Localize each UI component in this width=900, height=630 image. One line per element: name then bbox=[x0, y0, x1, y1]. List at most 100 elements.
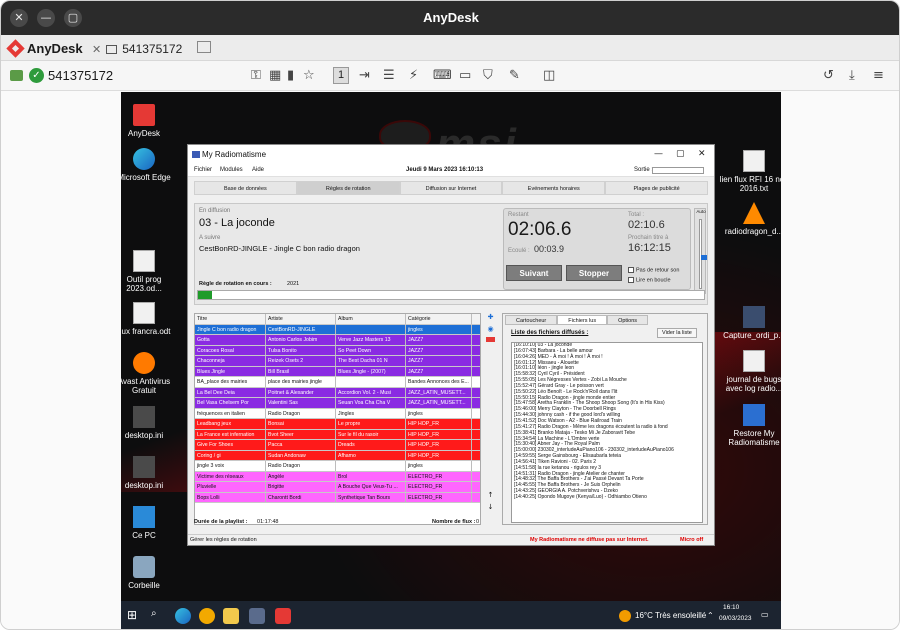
tab-base-de-donnees[interactable]: Base de données bbox=[194, 181, 297, 195]
table-row[interactable]: Gotta Antonio Carlos Jobim Verve Jazz Mast… bbox=[195, 335, 480, 346]
next-button[interactable]: Suivant bbox=[506, 265, 562, 281]
tab-cartoucheur[interactable]: Cartoucheur bbox=[505, 315, 558, 325]
desktop-icon-flux-francra[interactable]: flux francra.odt bbox=[121, 302, 179, 336]
clock-time[interactable]: 16:10 bbox=[723, 604, 739, 611]
tab-regles-de-rotation[interactable]: Règles de rotation bbox=[296, 181, 400, 195]
pen-icon[interactable]: ✎ bbox=[509, 68, 520, 83]
move-up-icon[interactable]: ↑ bbox=[486, 491, 495, 500]
actions-icon[interactable]: ⚡ bbox=[409, 68, 418, 83]
remote-id-field[interactable]: 541375172 bbox=[48, 68, 113, 83]
auto-volume-slider[interactable]: Auto bbox=[694, 208, 707, 294]
table-row[interactable]: Bops Lolli Charontt Bordi Synthetique Tan … bbox=[195, 492, 480, 503]
display-icon[interactable]: ▭ bbox=[459, 68, 471, 83]
refresh-icon[interactable]: ◉ bbox=[486, 325, 495, 334]
download-icon[interactable]: ⤓ bbox=[849, 68, 855, 83]
desktop-icon-restore[interactable]: Restore My Radiomatisme bbox=[719, 404, 781, 447]
table-row[interactable]: Chaconneja Reizek Osets 2 The Best Dacha 0… bbox=[195, 356, 480, 367]
table-row[interactable]: jingle 3 voix Radio Dragon jingles bbox=[195, 461, 480, 472]
table-row[interactable]: Victime des réseaux Angèle Brol ELECTRO_FR bbox=[195, 471, 480, 482]
table-row[interactable]: Coring / gi Sudan Andonaw Afhamo HIP HOP_FR bbox=[195, 450, 480, 461]
loop-checkbox[interactable]: Lire en boucle bbox=[628, 277, 671, 283]
chat-icon[interactable]: ☰ bbox=[383, 68, 395, 83]
table-row[interactable]: La Bel Dee Deia Poitnet & Alexander Accord… bbox=[195, 387, 480, 398]
table-row[interactable]: Bel Vasa Chelsem Por Valentini Sas Seuan V… bbox=[195, 398, 480, 409]
table-row[interactable]: Pluvielle Brigitte A Bouche Que Veux-Tu ..… bbox=[195, 482, 480, 493]
radiomatisme-taskbar-icon[interactable] bbox=[249, 608, 265, 624]
switch-side-icon[interactable]: ⇥ bbox=[359, 68, 370, 83]
desktop-icon-radiodragon[interactable]: radiodragon_d... bbox=[719, 202, 781, 236]
desktop-icon-desktop-ini-1[interactable]: desktop.ini bbox=[121, 406, 179, 440]
col-titre[interactable]: Titre bbox=[195, 314, 266, 324]
table-row[interactable]: Blues Jingle Bill Brasil Blues Jingle - (2… bbox=[195, 366, 480, 377]
desktop-icon-ce-pc[interactable]: Ce PC bbox=[121, 506, 179, 540]
desktop-icon-capture[interactable]: Capture_ordi_p... bbox=[719, 306, 781, 340]
favorite-icon[interactable]: ☆ bbox=[303, 68, 315, 83]
notification-icon[interactable]: ▭ bbox=[761, 610, 769, 619]
file-explorer-icon[interactable] bbox=[223, 608, 239, 624]
tab-options[interactable]: Options bbox=[607, 315, 649, 325]
keyboard-icon[interactable]: ▦ bbox=[269, 68, 281, 83]
table-row[interactable]: La France est infernation Bvot Sheer Sur l… bbox=[195, 429, 480, 440]
app-maximize-button[interactable]: ▢ bbox=[676, 149, 685, 159]
chrome-taskbar-icon[interactable] bbox=[199, 608, 215, 624]
weather-text[interactable]: 16°C Très ensoleillé bbox=[635, 611, 706, 620]
tab-evenements-horaires[interactable]: Evénements horaires bbox=[502, 181, 606, 195]
col-artiste[interactable]: Artiste bbox=[266, 314, 336, 324]
no-return-checkbox[interactable]: Pas de retour son bbox=[628, 267, 679, 273]
clock-date[interactable]: 09/03/2023 bbox=[719, 615, 752, 622]
history-icon[interactable]: ↺ bbox=[823, 68, 834, 83]
battery-icon[interactable]: ▮ bbox=[287, 68, 294, 83]
new-tab-icon[interactable] bbox=[197, 41, 211, 53]
anydesk-brand[interactable]: AnyDesk bbox=[6, 38, 83, 58]
move-down-icon[interactable]: ↓ bbox=[486, 503, 495, 512]
tab-plages-publicite[interactable]: Plages de publicité bbox=[605, 181, 708, 195]
menu-aide[interactable]: Aide bbox=[252, 167, 264, 173]
stop-button[interactable]: Stopper bbox=[566, 265, 622, 281]
menu-icon[interactable]: ≡ bbox=[873, 68, 884, 83]
table-row[interactable]: fréquences en italien Radio Dragon Jingles… bbox=[195, 408, 480, 419]
tab-diffusion-internet[interactable]: Diffusion sur Internet bbox=[399, 181, 503, 195]
shield-icon[interactable]: ⛉ bbox=[483, 68, 493, 83]
table-row[interactable]: Jingle C bon radio dragon CestBonRD-JINGL… bbox=[195, 324, 480, 335]
slider-handle[interactable] bbox=[701, 255, 707, 260]
desktop-icon-journal[interactable]: journal de bugs avec log radio... bbox=[719, 350, 781, 393]
tab-fichiers-lus[interactable]: Fichiers lus bbox=[557, 315, 608, 325]
menu-modules[interactable]: Modules bbox=[220, 167, 243, 173]
col-categorie[interactable]: Catégorie bbox=[406, 314, 472, 324]
remove-icon[interactable] bbox=[486, 337, 495, 342]
desktop-icon-edge[interactable]: Microsoft Edge bbox=[121, 148, 179, 182]
remote-desktop[interactable]: msi AnyDesk Microsoft Edge Outil prog 20… bbox=[121, 92, 781, 629]
clear-list-button[interactable]: Vider la liste bbox=[657, 328, 697, 338]
permissions-icon[interactable]: ⚿ bbox=[251, 68, 261, 83]
playlist-table: Titre Artiste Album Catégorie Jingle C b… bbox=[194, 313, 481, 525]
app-minimize-button[interactable]: — bbox=[654, 149, 663, 159]
list-item[interactable]: [14:40:25] Opondo Mugoye (Kenya/Luo) - O… bbox=[512, 494, 702, 501]
close-tab-icon[interactable]: ✕ bbox=[92, 43, 101, 56]
start-icon[interactable]: ⊞ bbox=[127, 608, 143, 624]
desktop-icon-corbeille[interactable]: Corbeille bbox=[121, 556, 179, 590]
desktop-icon-lien-flux[interactable]: lien flux RFI 16 nov 2016.txt bbox=[719, 150, 781, 193]
table-row[interactable]: Leadbang jeux Bonsai Le propre HIP HOP_FR bbox=[195, 419, 480, 430]
desktop-icon-desktop-ini-2[interactable]: desktop.ini bbox=[121, 456, 179, 490]
display-number-button[interactable]: 1 bbox=[333, 67, 349, 84]
desktop-icon-outil-prog[interactable]: Outil prog 2023.od... bbox=[121, 250, 179, 293]
keyboard-shortcut-icon[interactable]: ⌨ bbox=[433, 68, 452, 83]
app-close-button[interactable]: ✕ bbox=[698, 149, 706, 159]
session-tab[interactable]: ✕ 541375172 bbox=[92, 38, 182, 60]
desktop-icon-avast[interactable]: Avast Antivirus Gratuit bbox=[121, 352, 179, 395]
edge-taskbar-icon[interactable] bbox=[175, 608, 191, 624]
search-icon[interactable]: ⌕ bbox=[151, 608, 167, 624]
table-row[interactable]: BA_place des mairies place des mairies ji… bbox=[195, 377, 480, 388]
table-row[interactable]: Give For Shoes Pacca Dreads HIP HOP_FR bbox=[195, 440, 480, 451]
history-log-list[interactable]: [16:10:10] 03 - La joconde [16:07:43] Bar… bbox=[511, 342, 703, 523]
col-album[interactable]: Album bbox=[336, 314, 406, 324]
table-cell: CestBonRD-JINGLE bbox=[266, 324, 336, 334]
table-row[interactable]: Coracoes Rosal Tulsa Bonito So Peet Down JA… bbox=[195, 345, 480, 356]
add-icon[interactable]: ✚ bbox=[486, 313, 495, 322]
menu-fichier[interactable]: Fichier bbox=[194, 167, 212, 173]
tray-chevron-icon[interactable]: ⌃ bbox=[707, 611, 714, 620]
weather-icon bbox=[619, 610, 631, 622]
screenshot-icon[interactable]: ◫ bbox=[543, 68, 555, 83]
anydesk-taskbar-icon[interactable] bbox=[275, 608, 291, 624]
desktop-icon-anydesk[interactable]: AnyDesk bbox=[121, 104, 179, 138]
